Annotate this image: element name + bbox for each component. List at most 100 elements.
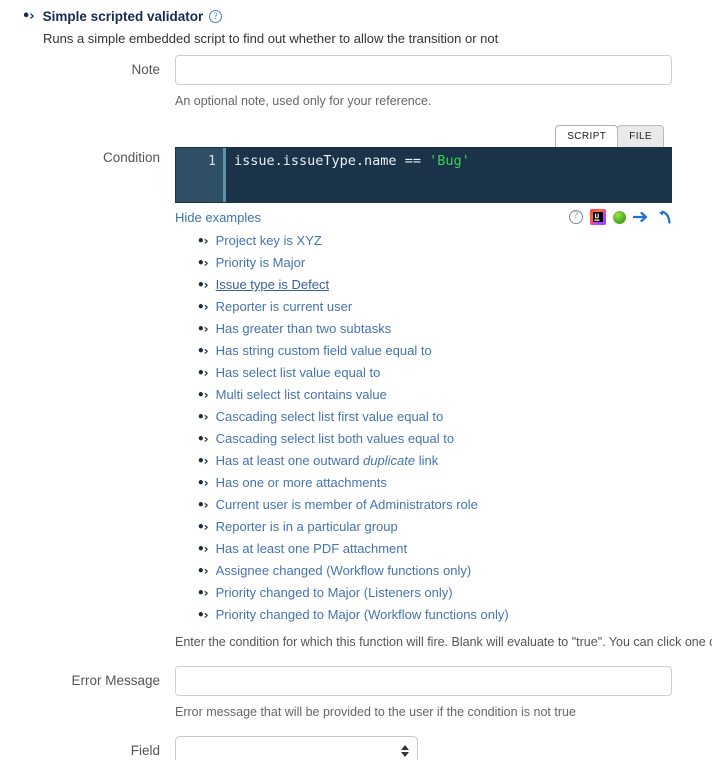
list-item[interactable]: •› Has greater than two subtasks	[197, 318, 672, 340]
error-message-row: Error Message Error message that will be…	[0, 666, 712, 720]
list-item[interactable]: •› Has at least one outward duplicate lin…	[197, 450, 672, 472]
bullet-chevron-icon: •›	[197, 432, 209, 446]
condition-row: Condition SCRIPT FILE 1 issue.issueType.…	[0, 125, 712, 649]
simple-scripted-validator-panel: •› Simple scripted validator ? Runs a si…	[0, 0, 712, 760]
code-token-expression: issue.issueType.name	[234, 153, 405, 169]
green-status-icon[interactable]	[613, 210, 626, 224]
editor-icon-group: ?	[569, 209, 672, 225]
example-link[interactable]: Cascading select list both values equal …	[216, 429, 454, 448]
example-link[interactable]: Multi select list contains value	[216, 385, 387, 404]
field-select[interactable]	[175, 736, 418, 760]
list-item[interactable]: •› Project key is XYZ	[197, 230, 672, 252]
list-item[interactable]: •› Priority changed to Major (Listeners o…	[197, 582, 672, 604]
editor-code-content[interactable]: issue.issueType.name == 'Bug'	[226, 148, 671, 202]
example-link[interactable]: Reporter is in a particular group	[216, 517, 398, 536]
bullet-chevron-icon: •›	[197, 520, 209, 534]
bullet-chevron-icon: •›	[197, 586, 209, 600]
error-message-hint: Error message that will be provided to t…	[175, 705, 576, 719]
field-label: Field	[130, 743, 160, 758]
example-link[interactable]: Current user is member of Administrators…	[216, 495, 478, 514]
list-item[interactable]: •› Cascading select list first value equa…	[197, 406, 672, 428]
error-message-field-column: Error message that will be provided to t…	[175, 666, 712, 720]
note-hint: An optional note, used only for your ref…	[175, 94, 432, 108]
bullet-chevron-icon: •›	[197, 542, 209, 556]
condition-hint: Enter the condition for which this funct…	[175, 635, 712, 649]
example-link[interactable]: Priority changed to Major (Workflow func…	[216, 605, 509, 624]
bullet-chevron-icon: •›	[197, 344, 209, 358]
field-select-column: Form field that the error message will a…	[175, 736, 712, 760]
list-item[interactable]: •› Issue type is Defect	[197, 274, 672, 296]
editor-tabs: SCRIPT FILE	[175, 125, 672, 147]
example-link[interactable]: Has at least one outward duplicate link	[216, 451, 439, 470]
example-link[interactable]: Has at least one PDF attachment	[216, 539, 407, 558]
bullet-chevron-icon: •›	[197, 564, 209, 578]
examples-list: •› Project key is XYZ •› Priority is Major…	[175, 230, 672, 626]
example-link[interactable]: Assignee changed (Workflow functions onl…	[216, 561, 472, 580]
editor-line-numbers: 1	[176, 148, 226, 202]
intellij-idea-icon[interactable]	[590, 209, 606, 225]
example-link[interactable]: Has select list value equal to	[216, 363, 381, 382]
code-token-string: 'Bug'	[420, 153, 470, 169]
bullet-chevron-icon: •›	[197, 498, 209, 512]
example-link[interactable]: Has greater than two subtasks	[216, 319, 392, 338]
tab-file[interactable]: FILE	[617, 125, 664, 147]
arrow-up-left-icon[interactable]	[656, 209, 672, 225]
code-editor[interactable]: 1 issue.issueType.name == 'Bug'	[175, 147, 672, 203]
list-item[interactable]: •› Priority is Major	[197, 252, 672, 274]
bullet-chevron-icon: •›	[197, 608, 209, 622]
list-item[interactable]: •› Has at least one PDF attachment	[197, 538, 672, 560]
list-item[interactable]: •› Current user is member of Administrato…	[197, 494, 672, 516]
page-title: Simple scripted validator	[42, 9, 204, 24]
bullet-chevron-icon: •›	[197, 322, 209, 336]
list-item[interactable]: •› Assignee changed (Workflow functions o…	[197, 560, 672, 582]
list-item[interactable]: •› Multi select list contains value	[197, 384, 672, 406]
bullet-chevron-icon: •›	[197, 300, 209, 314]
hide-examples-link[interactable]: Hide examples	[175, 210, 261, 225]
code-token-operator: ==	[404, 153, 421, 169]
bullet-chevron-icon: •›	[197, 234, 209, 248]
list-item[interactable]: •› Cascading select list both values equa…	[197, 428, 672, 450]
list-item[interactable]: •› Has one or more attachments	[197, 472, 672, 494]
bullet-chevron-icon: •›	[197, 278, 209, 292]
list-item[interactable]: •› Has select list value equal to	[197, 362, 672, 384]
example-link[interactable]: Reporter is current user	[216, 297, 353, 316]
help-icon[interactable]: ?	[569, 210, 583, 224]
field-select-wrapper[interactable]	[175, 736, 418, 760]
tab-script[interactable]: SCRIPT	[555, 125, 619, 147]
example-link[interactable]: Has one or more attachments	[216, 473, 387, 492]
bullet-chevron-icon: •›	[197, 256, 209, 270]
panel-description: Runs a simple embedded script to find ou…	[43, 31, 499, 46]
validator-form: Note An optional note, used only for you…	[0, 55, 712, 760]
list-item[interactable]: •› Has string custom field value equal to	[197, 340, 672, 362]
bullet-chevron-icon: •›	[197, 476, 209, 490]
arrow-right-icon[interactable]	[632, 209, 649, 225]
panel-title-row: •› Simple scripted validator ?	[0, 0, 712, 25]
example-link[interactable]: Priority changed to Major (Listeners onl…	[216, 583, 453, 602]
condition-label: Condition	[102, 150, 160, 165]
list-item[interactable]: •› Reporter is in a particular group	[197, 516, 672, 538]
note-field-column: An optional note, used only for your ref…	[175, 55, 712, 109]
panel-header: •› Simple scripted validator ? Runs a si…	[0, 0, 712, 47]
bullet-chevron-icon: •›	[22, 9, 35, 24]
list-item[interactable]: •› Reporter is current user	[197, 296, 672, 318]
bullet-chevron-icon: •›	[197, 410, 209, 424]
example-link[interactable]: Priority is Major	[216, 253, 306, 272]
note-label: Note	[131, 62, 160, 77]
example-link[interactable]: Has string custom field value equal to	[216, 341, 432, 360]
script-editor-wrapper: SCRIPT FILE 1 issue.issueType.name == 'B…	[175, 125, 672, 203]
editor-toolbar: Hide examples ?	[175, 208, 672, 226]
bullet-chevron-icon: •›	[197, 454, 209, 468]
example-link[interactable]: Project key is XYZ	[216, 231, 322, 250]
note-row: Note An optional note, used only for you…	[0, 55, 712, 109]
condition-field-column: SCRIPT FILE 1 issue.issueType.name == 'B…	[175, 125, 712, 649]
bullet-chevron-icon: •›	[197, 366, 209, 380]
list-item[interactable]: •› Priority changed to Major (Workflow fu…	[197, 604, 672, 626]
example-link[interactable]: Issue type is Defect	[216, 275, 329, 294]
help-icon[interactable]: ?	[209, 10, 223, 23]
note-input[interactable]	[175, 55, 672, 85]
field-row: Field Form field that the error message …	[0, 736, 712, 760]
error-message-label: Error Message	[71, 673, 160, 688]
example-link[interactable]: Cascading select list first value equal …	[216, 407, 444, 426]
bullet-chevron-icon: •›	[197, 388, 209, 402]
error-message-input[interactable]	[175, 666, 672, 696]
